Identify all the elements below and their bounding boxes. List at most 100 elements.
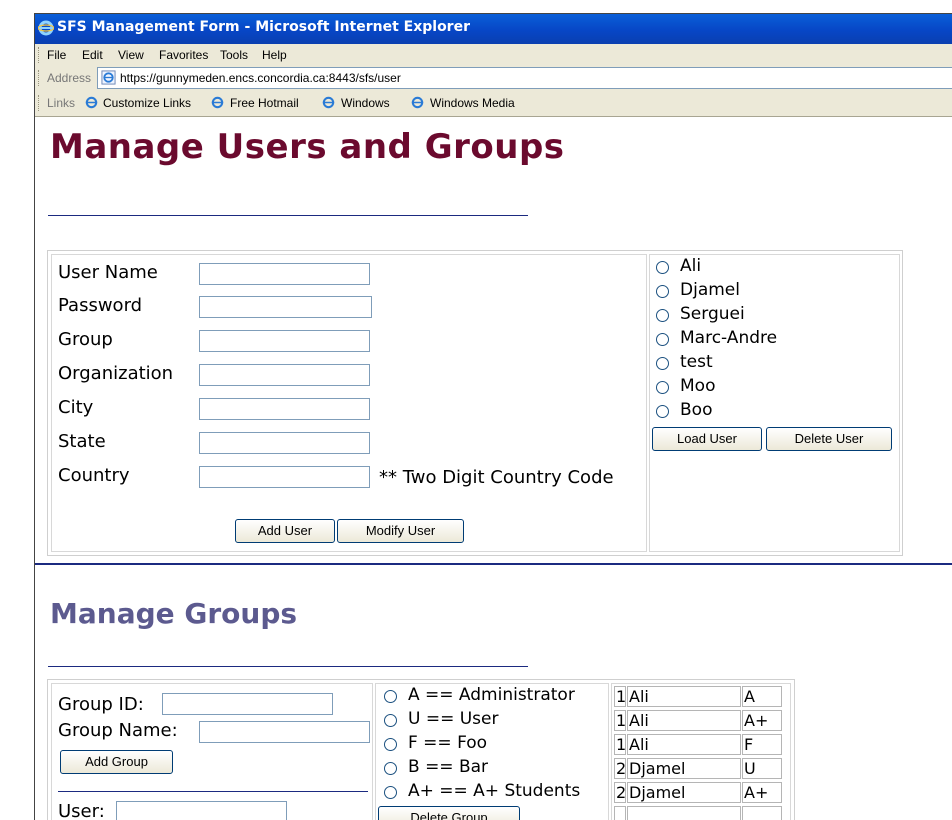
menu-bar: File Edit View Favorites Tools Help xyxy=(35,44,952,67)
table-cell: 1 xyxy=(614,686,626,707)
table-cell xyxy=(614,806,626,820)
page-content: Manage Users and Groups User Name Passwo… xyxy=(35,117,952,820)
group-option-label: F == Foo xyxy=(408,733,488,753)
password-label: Password xyxy=(58,295,143,316)
organization-field[interactable] xyxy=(199,364,370,386)
organization-label: Organization xyxy=(58,363,174,384)
user-radio-djamel[interactable] xyxy=(656,285,669,298)
ie-logo-icon xyxy=(38,20,54,36)
city-field[interactable] xyxy=(199,398,370,420)
user-option-label: Moo xyxy=(680,376,716,396)
table-cell: U xyxy=(742,758,782,779)
group-radio-a[interactable] xyxy=(384,690,397,703)
table-cell: Ali xyxy=(627,710,741,731)
user-option-label: Marc-Andre xyxy=(680,328,778,348)
address-label: Address xyxy=(47,71,92,85)
table-cell: Ali xyxy=(627,734,741,755)
user-option-label: Boo xyxy=(680,400,713,420)
user-field[interactable] xyxy=(116,801,287,820)
group-radio-f[interactable] xyxy=(384,738,397,751)
link-windows-media[interactable]: Windows Media xyxy=(430,96,515,110)
table-cell: Ali xyxy=(627,686,741,707)
add-group-button[interactable]: Add Group xyxy=(60,750,173,774)
table-cell: A+ xyxy=(742,782,782,803)
city-label: City xyxy=(58,397,94,418)
table-cell: 1 xyxy=(614,734,626,755)
username-field[interactable] xyxy=(199,263,370,285)
group-option-label: U == User xyxy=(408,709,499,729)
group-id-field[interactable] xyxy=(162,693,333,715)
section-divider xyxy=(35,563,952,565)
link-windows[interactable]: Windows xyxy=(341,96,390,110)
group-option-label: A == Administrator xyxy=(408,685,575,705)
delete-group-button[interactable]: Delete Group xyxy=(378,806,520,820)
title-bar: SFS Management Form - Microsoft Internet… xyxy=(35,14,952,44)
country-label: Country xyxy=(58,465,130,486)
divider xyxy=(48,666,528,667)
divider xyxy=(48,215,528,216)
table-cell: A xyxy=(742,686,782,707)
load-user-button[interactable]: Load User xyxy=(652,427,762,451)
password-field[interactable] xyxy=(199,296,372,318)
menu-tools[interactable]: Tools xyxy=(220,48,248,62)
group-radio-b[interactable] xyxy=(384,762,397,775)
group-label: Group xyxy=(58,329,113,350)
delete-user-button[interactable]: Delete User xyxy=(766,427,892,451)
group-radio-a-plus[interactable] xyxy=(384,786,397,799)
group-name-label: Group Name: xyxy=(58,720,178,741)
group-radio-u[interactable] xyxy=(384,714,397,727)
add-user-button[interactable]: Add User xyxy=(235,519,335,543)
state-field[interactable] xyxy=(199,432,370,454)
page-title: Manage Users and Groups xyxy=(50,127,565,167)
group-field[interactable] xyxy=(199,330,370,352)
user-radio-moo[interactable] xyxy=(656,381,669,394)
country-field[interactable] xyxy=(199,466,370,488)
browser-window: SFS Management Form - Microsoft Internet… xyxy=(34,13,952,820)
username-label: User Name xyxy=(58,262,158,283)
link-customize-links[interactable]: Customize Links xyxy=(103,96,191,110)
user-radio-marc-andre[interactable] xyxy=(656,333,669,346)
user-radio-ali[interactable] xyxy=(656,261,669,274)
group-list-cell: A == Administrator U == User F == Foo B … xyxy=(375,683,609,820)
menu-edit[interactable]: Edit xyxy=(82,48,103,62)
user-form-cell: User Name Password Group Organization Ci… xyxy=(51,254,647,552)
address-url: https://gunnymeden.encs.concordia.ca:844… xyxy=(120,71,401,85)
user-list-cell: Ali Djamel Serguei Marc-Andre test Moo B… xyxy=(649,254,900,552)
user-option-label: Djamel xyxy=(680,280,740,300)
user-radio-test[interactable] xyxy=(656,357,669,370)
toolbar-grip xyxy=(38,95,41,111)
table-cell xyxy=(627,806,741,820)
address-input[interactable]: https://gunnymeden.encs.concordia.ca:844… xyxy=(97,67,952,89)
link-free-hotmail[interactable]: Free Hotmail xyxy=(230,96,299,110)
user-option-label: test xyxy=(680,352,713,372)
user-form-table: User Name Password Group Organization Ci… xyxy=(47,250,903,556)
table-cell: Djamel xyxy=(627,758,741,779)
user-radio-boo[interactable] xyxy=(656,405,669,418)
ie-page-icon xyxy=(211,96,224,109)
ie-page-icon xyxy=(101,70,116,85)
table-cell: 1 xyxy=(614,710,626,731)
group-name-field[interactable] xyxy=(199,721,370,743)
user-option-label: Serguei xyxy=(680,304,745,324)
menu-file[interactable]: File xyxy=(47,48,66,62)
group-option-label: A+ == A+ Students xyxy=(408,781,581,801)
links-label: Links xyxy=(47,96,76,110)
window-title: SFS Management Form - Microsoft Internet… xyxy=(57,19,470,35)
table-cell: Djamel xyxy=(627,782,741,803)
table-cell: 2 xyxy=(614,758,626,779)
table-cell: F xyxy=(742,734,782,755)
group-option-label: B == Bar xyxy=(408,757,489,777)
user-radio-serguei[interactable] xyxy=(656,309,669,322)
ie-page-icon xyxy=(411,96,424,109)
table-cell: A+ xyxy=(742,710,782,731)
toolbar-grip xyxy=(38,47,41,63)
address-bar: Address https://gunnymeden.encs.concordi… xyxy=(35,66,952,91)
menu-help[interactable]: Help xyxy=(262,48,287,62)
state-label: State xyxy=(58,431,106,452)
menu-favorites[interactable]: Favorites xyxy=(159,48,208,62)
ie-page-icon xyxy=(85,96,98,109)
menu-view[interactable]: View xyxy=(118,48,144,62)
modify-user-button[interactable]: Modify User xyxy=(337,519,464,543)
country-code-hint: ** Two Digit Country Code xyxy=(379,467,614,488)
user-option-label: Ali xyxy=(680,256,702,276)
